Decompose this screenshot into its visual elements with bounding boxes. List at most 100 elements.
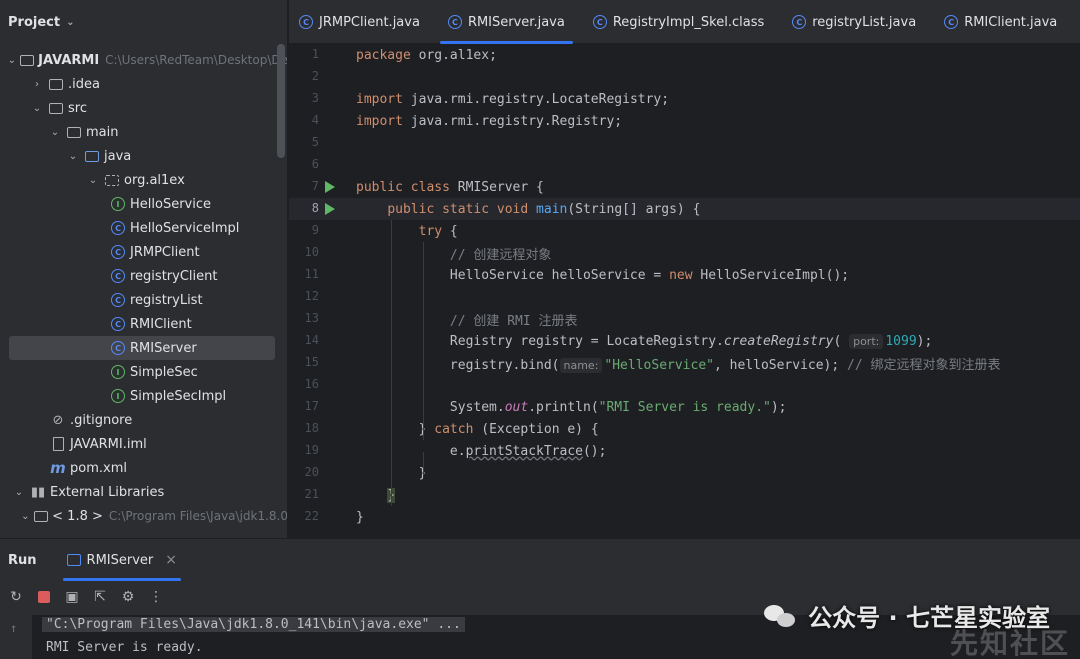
tree-item-label: HelloService — [130, 196, 211, 212]
project-title[interactable]: Project — [8, 15, 60, 30]
folder-icon — [34, 508, 49, 524]
export-icon[interactable]: ⇱ — [92, 589, 108, 605]
chevron-down-icon[interactable]: ⌄ — [7, 55, 16, 66]
code-line[interactable]: e.printStackTrace(); — [289, 440, 1080, 462]
camera-icon[interactable]: ▣ — [64, 589, 80, 605]
tree-item[interactable]: I HelloService — [0, 192, 287, 216]
editor-tab[interactable]: C JRMPClient.java — [289, 0, 434, 44]
class-icon: C — [299, 15, 313, 29]
code-line[interactable]: } — [289, 506, 1080, 528]
editor-tab[interactable]: C RMIServer.java — [434, 0, 579, 44]
editor-tab-label: RMIServer.java — [467, 14, 565, 30]
code-line[interactable]: public class RMIServer { — [289, 176, 1080, 198]
project-scrollbar[interactable] — [277, 44, 285, 158]
code-line[interactable]: } catch (Exception e) { — [289, 418, 1080, 440]
code-line[interactable]: // 创建 RMI 注册表 — [289, 308, 1080, 330]
tree-item[interactable]: › .idea — [0, 72, 287, 96]
editor-tab-label: RegistryImpl_Skel.class — [612, 14, 765, 30]
tree-item-label: RMIClient — [130, 316, 192, 332]
tree-item[interactable]: ⌄ JAVARMI C:\Users\RedTeam\Desktop\De — [0, 48, 287, 72]
chevron-down-icon[interactable]: ⌄ — [30, 103, 44, 114]
line-number: 18 — [304, 421, 319, 435]
tree-item[interactable]: ⊘ .gitignore — [0, 408, 287, 432]
tree-item-label: .gitignore — [70, 412, 133, 428]
tree-item[interactable]: ⌄ org.al1ex — [0, 168, 287, 192]
tree-item-label: RMIServer — [130, 340, 197, 356]
code-line[interactable]: registry.bind(name: "HelloService", hello… — [289, 352, 1080, 374]
tree-item[interactable]: ⌄ src — [0, 96, 287, 120]
code-line-current[interactable]: public static void main(String[] args) { — [289, 198, 1080, 220]
line-number: 20 — [304, 465, 319, 479]
line-number: 12 — [304, 289, 319, 303]
tree-item[interactable]: C RMIClient — [0, 312, 287, 336]
tree-item[interactable]: ⌄ ▮▮ External Libraries — [0, 480, 287, 504]
folder-icon — [48, 76, 64, 92]
folder-icon — [66, 124, 82, 140]
code-line[interactable]: try { — [289, 220, 1080, 242]
more-icon[interactable]: ⋮ — [148, 589, 164, 605]
chevron-down-icon[interactable]: ⌄ — [12, 487, 26, 498]
arrow-up-icon[interactable]: ↑ — [10, 621, 17, 635]
line-number: 11 — [304, 267, 319, 281]
code-line[interactable]: HelloService helloService = new HelloSer… — [289, 264, 1080, 286]
close-icon[interactable]: × — [165, 552, 177, 568]
tree-item-label: JRMPClient — [130, 244, 200, 260]
iml-file-icon — [50, 436, 66, 452]
code-line[interactable]: package org.al1ex; — [289, 44, 1080, 66]
editor-tab[interactable]: CregistryList.java — [778, 0, 930, 44]
line-number: 4 — [311, 113, 319, 127]
tree-item[interactable]: C HelloServiceImpl — [0, 216, 287, 240]
tree-item-label: src — [68, 100, 87, 116]
run-config-tab[interactable]: RMIServer × — [61, 539, 183, 581]
tree-item[interactable]: ⌄ main — [0, 120, 287, 144]
tree-item[interactable]: I SimpleSec — [0, 360, 287, 384]
chevron-right-icon[interactable]: › — [30, 79, 44, 90]
chevron-down-icon[interactable]: ⌄ — [66, 151, 80, 162]
chevron-down-icon[interactable]: ⌄ — [48, 127, 62, 138]
editor-tab-label: RMIClient.java — [964, 14, 1058, 30]
tree-item[interactable]: CregistryList — [0, 288, 287, 312]
wechat-logo-icon — [764, 603, 798, 629]
code-line[interactable]: import java.rmi.registry.LocateRegistry; — [289, 88, 1080, 110]
stop-icon[interactable] — [36, 589, 52, 605]
code-line[interactable]: // 创建远程对象 — [289, 242, 1080, 264]
rerun-icon[interactable]: ↻ — [8, 589, 24, 605]
line-number: 10 — [304, 245, 319, 259]
tree-item[interactable]: I SimpleSecImpl — [0, 384, 287, 408]
code-line[interactable]: Registry registry = LocateRegistry.creat… — [289, 330, 1080, 352]
code-line[interactable]: import java.rmi.registry.Registry; — [289, 110, 1080, 132]
tree-item[interactable]: JAVARMI.iml — [0, 432, 287, 456]
line-number: 15 — [304, 355, 319, 369]
code-editor[interactable]: package org.al1ex; import java.rmi.regis… — [289, 44, 1080, 538]
code-line[interactable]: } — [289, 484, 1080, 506]
settings-icon[interactable]: ⚙ — [120, 589, 136, 605]
project-header[interactable]: Project ⌄ — [0, 0, 287, 44]
indent-guide — [423, 452, 424, 474]
tree-item-label: JAVARMI — [38, 52, 100, 68]
chevron-down-icon[interactable]: ⌄ — [66, 17, 74, 28]
parameter-hint: port: — [849, 333, 884, 349]
run-gutter-icon[interactable] — [325, 203, 335, 215]
tree-item[interactable]: ⌄ < 1.8 > C:\Program Files\Java\jdk1.8.0 — [0, 504, 287, 528]
tree-item-label: registryList — [130, 292, 203, 308]
code-line[interactable]: System.out.println("RMI Server is ready.… — [289, 396, 1080, 418]
chevron-down-icon[interactable]: ⌄ — [21, 511, 31, 522]
tree-item[interactable]: m pom.xml — [0, 456, 287, 480]
class-icon: C — [592, 15, 607, 29]
run-panel-header: Run RMIServer × — [0, 539, 1080, 581]
tree-item[interactable]: CregistryClient — [0, 264, 287, 288]
interface-icon: I — [110, 388, 126, 404]
line-number: 5 — [311, 135, 319, 149]
code-line[interactable]: } — [289, 462, 1080, 484]
console-line[interactable]: "C:\Program Files\Java\jdk1.8.0_141\bin\… — [42, 617, 465, 632]
tree-item[interactable]: C RMIServer — [9, 336, 275, 360]
interface-icon: I — [110, 196, 126, 212]
editor-tab[interactable]: C RMIClient.java — [930, 0, 1071, 44]
class-icon: C — [110, 316, 126, 332]
tree-item[interactable]: ⌄ java — [0, 144, 287, 168]
chevron-down-icon[interactable]: ⌄ — [86, 175, 100, 186]
library-icon: ▮▮ — [30, 484, 46, 500]
tree-item[interactable]: C JRMPClient — [0, 240, 287, 264]
run-gutter-icon[interactable] — [325, 181, 335, 193]
editor-tab[interactable]: C RegistryImpl_Skel.class — [579, 0, 778, 44]
